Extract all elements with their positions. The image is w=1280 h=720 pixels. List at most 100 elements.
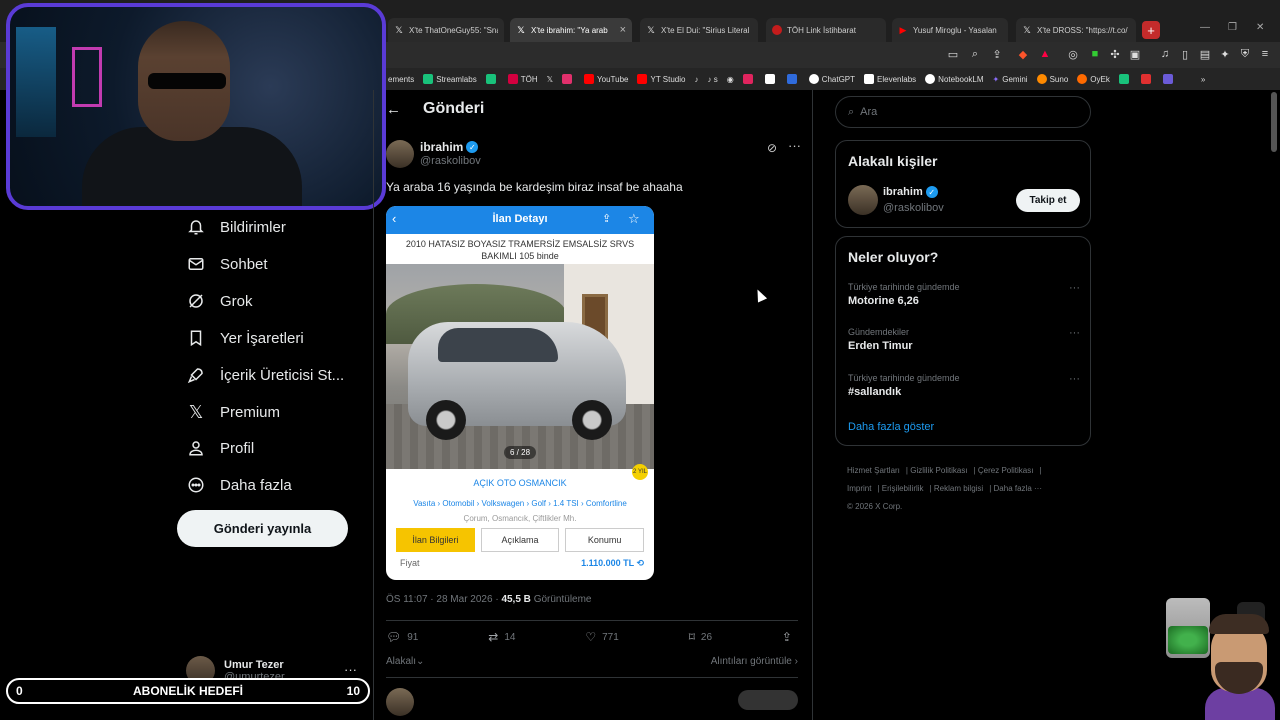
bookmark[interactable] [764,74,778,84]
bookmark[interactable]: ChatGPT [808,74,855,84]
reply-submit-button[interactable] [738,690,798,710]
post-timestamp[interactable]: ÖS 11:07 · 28 Mar 2026 · [386,594,499,605]
bookmark[interactable]: YT Studio [637,74,685,84]
view-quotes-link[interactable]: Alıntıları görüntüle › [711,656,798,667]
post-image[interactable]: ‹ İlan Detayı ⇪ ☆ 2010 HATASIZ BOYASIZ T… [386,206,654,580]
music-icon[interactable]: ♫ [1158,47,1172,61]
share-button[interactable]: ⇪ [782,630,798,644]
bookmark-button[interactable]: ⌑ 26 [689,630,712,644]
close-tab-icon[interactable]: × [620,24,626,36]
bookmark[interactable] [786,74,800,84]
related-user-name[interactable]: ibrahim ✓ [883,186,938,198]
nav-chat[interactable]: Sohbet [186,249,268,279]
search-input[interactable] [860,106,1061,118]
avatar[interactable] [848,185,878,215]
brave-shield-icon[interactable]: ◆ [1016,47,1030,61]
bookmark[interactable]: YouTube [584,74,628,84]
sidebar-icon[interactable]: ▯ [1178,47,1192,61]
bookmark[interactable] [485,74,499,84]
nav-creator-studio[interactable]: İçerik Üreticisi St... [186,360,344,390]
nav-bookmarks[interactable]: Yer İşaretleri [186,323,304,353]
screen-icon[interactable]: ▭ [946,47,960,61]
follow-button[interactable]: Takip et [1016,189,1080,212]
nav-more[interactable]: Daha fazla [186,470,292,500]
footer-link[interactable]: Erişilebilirlik [882,484,924,493]
bookmark[interactable] [1140,74,1154,84]
wallet-icon[interactable]: ▤ [1198,47,1212,61]
footer-link[interactable]: Daha fazla ··· [994,484,1042,493]
leo-icon[interactable]: ✦ [1218,47,1232,61]
more-icon[interactable]: ··· [1069,282,1080,294]
vpn-icon[interactable]: ⛨ [1238,47,1252,61]
browser-tab[interactable]: 𝕏 X'te DROSS: "https://t.co/ [1016,18,1136,42]
bookmark[interactable]: Elevenlabs [864,74,916,84]
grok-explain-icon[interactable]: ⊘ [767,141,777,155]
bookmark[interactable]: 𝕏 [547,75,553,84]
close-window-icon[interactable]: ✕ [1256,22,1264,33]
browser-tab-active[interactable]: 𝕏 X'te ibrahim: "Ya arab × [510,18,632,42]
bookmark[interactable]: Streamlabs [423,74,477,84]
bookmark[interactable]: ◉ [727,75,734,84]
search-box[interactable]: ⌕ [835,96,1091,128]
bookmark[interactable]: Suno [1036,74,1068,84]
more-icon[interactable]: ··· [1069,327,1080,339]
extension-icon[interactable]: ■ [1088,47,1102,61]
footer-link[interactable]: Reklam bilgisi [934,484,983,493]
bookmarks-overflow-icon[interactable]: » [1201,75,1205,84]
bookmark[interactable]: OyEk [1077,74,1110,84]
bookmark[interactable] [1118,74,1132,84]
browser-tab[interactable]: ▶ Yusuf Miroglu - Yasalan [892,18,1008,42]
related-dropdown[interactable]: Alakalı⌄ [386,656,424,667]
bookmark[interactable] [562,74,575,84]
footer-link[interactable]: Çerez Politikası [978,466,1034,475]
like-button[interactable]: ♡ 771 [585,630,618,644]
bookmark[interactable] [1162,74,1176,84]
nav-notifications[interactable]: Bildirimler [186,212,286,242]
more-icon[interactable]: ··· [1069,373,1080,385]
brave-rewards-icon[interactable]: ▲ [1038,47,1052,61]
trend-item[interactable]: Türkiye tarihinde gündemde #sallandık ··… [848,373,1080,398]
trend-item[interactable]: Türkiye tarihinde gündemde Motorine 6,26… [848,282,1080,307]
maximize-icon[interactable]: ❐ [1228,22,1237,33]
more-icon[interactable]: ··· [344,662,357,677]
zoom-icon[interactable]: ⌕ [968,47,982,61]
related-people-card: Alakalı kişiler ibrahim ✓ @raskolibov Tak… [835,140,1091,228]
author-name[interactable]: ibrahim ✓ [420,140,479,154]
repost-button[interactable]: ⇄ 14 [488,630,515,644]
puzzle-icon[interactable]: ✣ [1108,47,1122,61]
post-button[interactable]: Gönderi yayınla [177,510,348,547]
nav-premium[interactable]: 𝕏 Premium [186,397,280,427]
footer-link[interactable]: Hizmet Şartları [847,466,900,475]
scrollbar-thumb[interactable] [1271,92,1277,152]
menu-icon[interactable]: ≡ [1258,47,1272,61]
browser-tab[interactable]: TÖH Link İstihbarat [766,18,886,42]
bookmark[interactable]: NotebookLM [925,74,984,84]
extension-icon[interactable]: ◎ [1066,47,1080,61]
bookmark[interactable]: ♪ s [707,75,717,84]
share-icon[interactable]: ⇪ [990,47,1004,61]
author-handle[interactable]: @raskolibov [420,155,481,167]
reply-button[interactable]: 💬︎ 91 [386,630,418,644]
minimize-icon[interactable]: — [1200,22,1210,33]
extension-icon[interactable]: ▣ [1128,47,1142,61]
star-icon: ☆ [628,211,640,226]
nav-grok[interactable]: Grok [186,286,253,316]
bookmark[interactable]: ♪ [694,75,698,84]
back-arrow-icon[interactable]: ← [386,101,401,118]
nav-profile[interactable]: Profil [186,433,254,463]
bookmark[interactable]: TÖH [507,74,538,84]
bookmark[interactable] [742,74,756,84]
footer-link[interactable]: Gizlilik Politikası [910,466,967,475]
more-icon[interactable]: ··· [788,138,801,153]
show-more-link[interactable]: Daha fazla göster [848,421,934,433]
author-avatar[interactable] [386,140,414,168]
footer-link[interactable]: Imprint [847,484,871,493]
trend-item[interactable]: Gündemdekiler Erden Timur ··· [848,327,1080,352]
browser-tab[interactable]: 𝕏 X'te El Dui: "Sirius Literal E [640,18,758,42]
bookmark[interactable]: ements [388,75,414,84]
bookmark[interactable]: ✦ Gemini [993,75,1028,84]
browser-tab[interactable]: 𝕏 X'te ThatOneGuy55: "Snap [388,18,504,42]
avatar[interactable] [386,688,414,716]
tiktok-icon: ♪ [707,74,712,84]
new-tab-button[interactable]: + [1142,21,1160,39]
